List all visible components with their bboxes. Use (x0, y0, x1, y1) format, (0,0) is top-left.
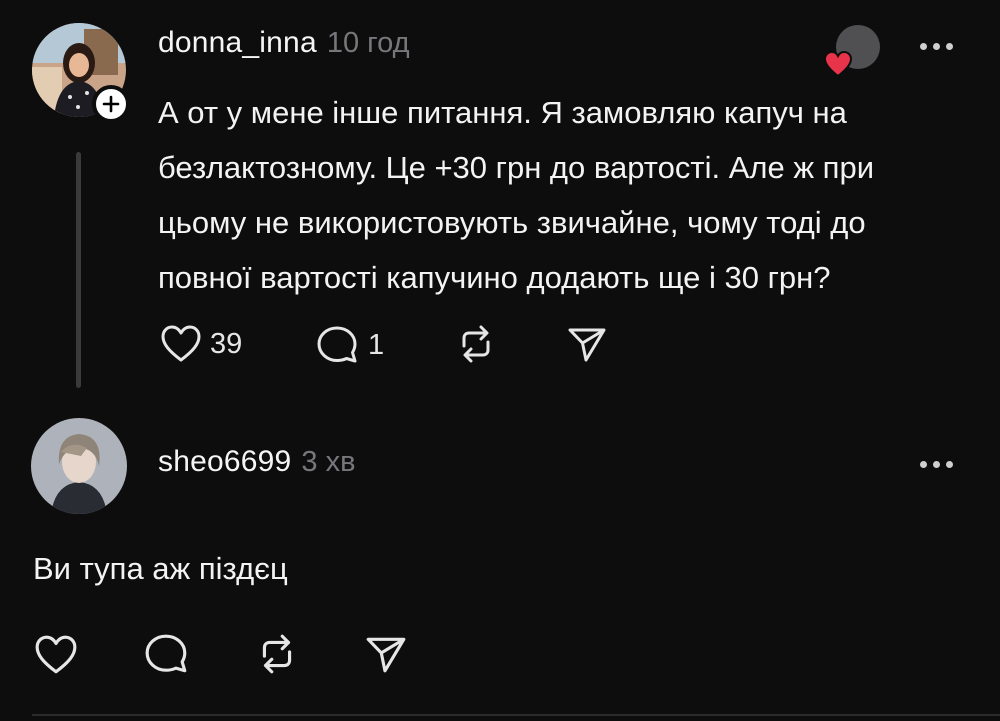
repost-icon (462, 325, 490, 363)
heart-filled-icon (823, 50, 853, 78)
share-button[interactable] (566, 324, 608, 369)
comment-icon (317, 326, 357, 363)
timestamp: 10 год (326, 27, 410, 59)
post-text: А от у мене інше питання. Я замовляю кап… (158, 95, 875, 295)
post-text: Ви тупа аж піздєц (33, 551, 288, 586)
comment-icon (145, 634, 187, 673)
plus-icon (102, 95, 120, 113)
follow-button[interactable] (92, 85, 130, 123)
like-count: 39 (210, 327, 243, 360)
heart-icon (161, 325, 201, 362)
more-options-button[interactable] (920, 461, 953, 468)
share-button[interactable] (364, 633, 408, 680)
heart-icon (35, 635, 77, 674)
thread-line (76, 152, 81, 388)
timestamp: 3 хв (301, 446, 356, 478)
repost-icon (262, 634, 292, 674)
repost-button[interactable] (455, 324, 497, 369)
like-button[interactable]: 39 (160, 324, 242, 364)
repost-button[interactable] (255, 633, 299, 680)
reply-button[interactable] (144, 632, 190, 681)
reply-count: 1 (368, 328, 385, 361)
username[interactable]: donna_inna (158, 26, 317, 59)
more-options-button[interactable] (920, 43, 953, 50)
share-icon (366, 637, 406, 673)
username[interactable]: sheo6699 (158, 445, 291, 478)
like-button[interactable] (34, 634, 78, 681)
reply-button[interactable]: 1 (316, 324, 384, 366)
share-icon (568, 328, 606, 362)
avatar[interactable] (31, 418, 127, 514)
post-header: donna_inna 10 год (158, 26, 410, 60)
divider (32, 714, 1000, 716)
post-header: sheo6699 3 хв (158, 445, 356, 479)
